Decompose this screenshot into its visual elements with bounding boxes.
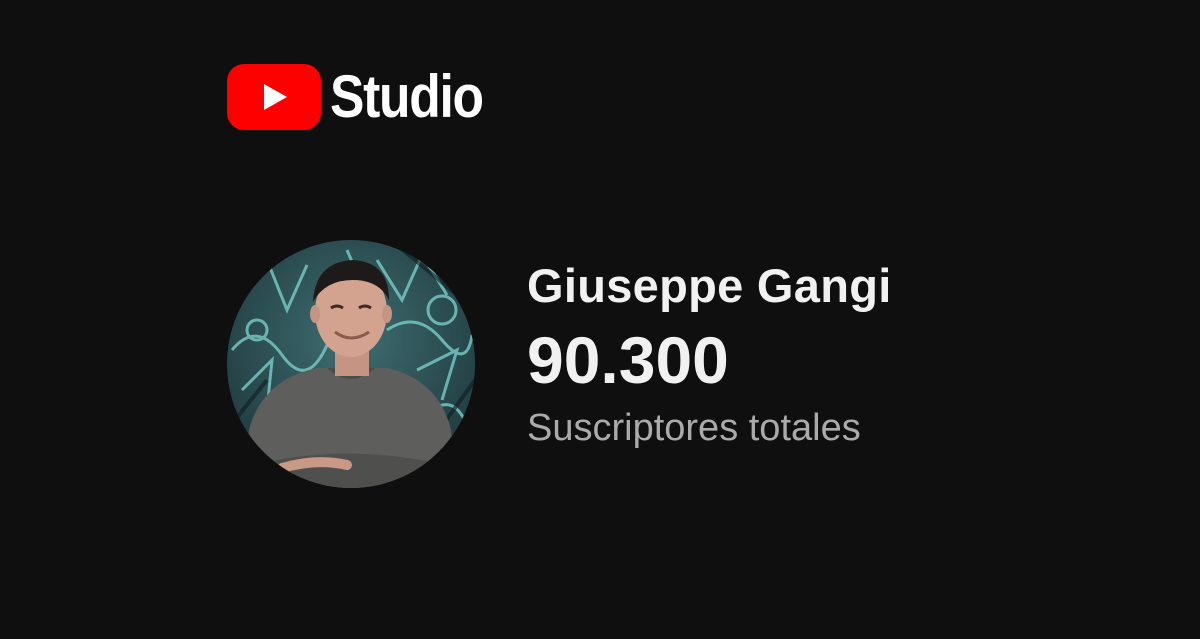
logo-studio-text: Studio xyxy=(330,63,484,130)
subscriber-label: Suscriptores totales xyxy=(527,407,861,449)
channel-name[interactable]: Giuseppe Gangi xyxy=(527,250,892,322)
channel-info: Giuseppe Gangi 90.300 Suscriptores total… xyxy=(527,250,892,456)
channel-avatar[interactable] xyxy=(227,240,475,488)
youtube-studio-logo: Studio xyxy=(227,64,508,130)
avatar-photo xyxy=(227,240,475,488)
subscriber-count: 90.300 xyxy=(527,323,729,397)
youtube-play-icon xyxy=(227,64,321,130)
